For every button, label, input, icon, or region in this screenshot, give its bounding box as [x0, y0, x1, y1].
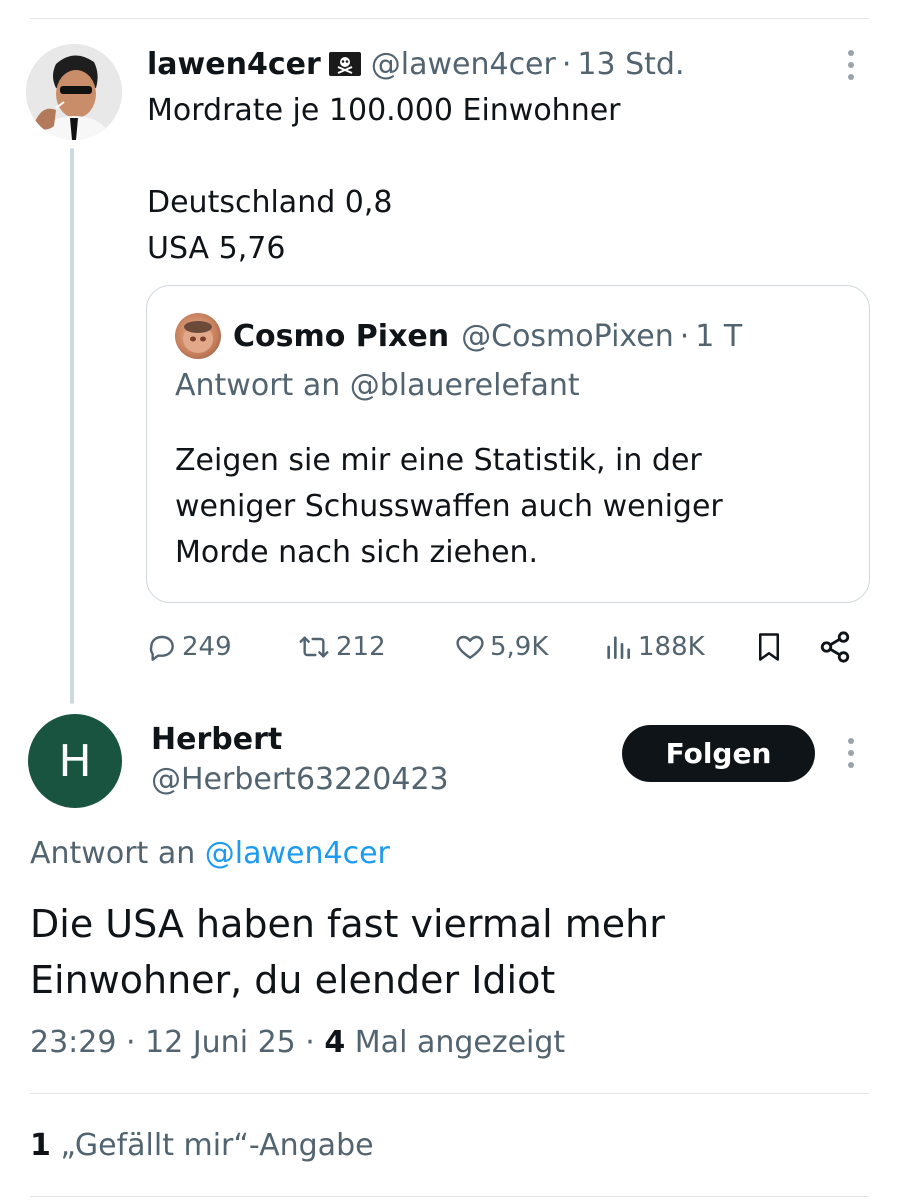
bookmark-button[interactable]	[754, 625, 788, 669]
more-icon[interactable]	[846, 738, 856, 772]
likes-label: „Gefällt mir“-Angabe	[50, 1128, 374, 1163]
author-name[interactable]: lawen4cer	[147, 47, 321, 82]
tweet-time[interactable]: 13 Std.	[577, 47, 684, 82]
tweet-header: lawen4cer @lawen4cer · 13 Std.	[147, 44, 685, 84]
reply-meta: 23:29 · 12 Juni 25 · 4 Mal angezeigt	[30, 1025, 565, 1060]
author-handle[interactable]: @lawen4cer	[371, 47, 556, 82]
quoted-tweet[interactable]: Cosmo Pixen @CosmoPixen · 1 T Antwort an…	[146, 285, 870, 603]
share-button[interactable]	[818, 625, 856, 669]
reply-text: Die USA haben fast viermal mehr Einwohne…	[30, 896, 665, 1008]
top-divider	[30, 18, 869, 19]
action-bar: 249 212 5,9K 188K	[146, 625, 866, 669]
separator: ·	[561, 46, 572, 82]
separator: ·	[305, 1025, 315, 1060]
bookmark-icon	[759, 633, 779, 661]
share-icon	[820, 631, 850, 663]
avatar-letter: H	[58, 735, 92, 787]
reply-views-label: Mal angezeigt	[345, 1025, 566, 1060]
reply-text-line: Einwohner, du elender Idiot	[30, 958, 556, 1002]
quote-text-line: Zeigen sie mir eine Statistik, in der	[175, 443, 702, 478]
like-button[interactable]: 5,9K	[454, 625, 548, 669]
divider	[30, 1093, 869, 1094]
views-button[interactable]: 188K	[602, 625, 705, 669]
thread-line	[70, 148, 74, 704]
quote-author-handle: @CosmoPixen	[461, 318, 674, 354]
reply-author-handle[interactable]: @Herbert63220423	[151, 762, 449, 797]
reply-to-prefix: Antwort an	[30, 836, 205, 871]
quote-text-line: Morde nach sich ziehen.	[175, 535, 539, 570]
avatar-herbert[interactable]: H	[28, 714, 122, 808]
reply-views-count: 4	[324, 1025, 346, 1060]
retweet-icon	[299, 636, 329, 658]
likes-summary[interactable]: 1 „Gefällt mir“-Angabe	[30, 1128, 374, 1163]
retweet-button[interactable]: 212	[296, 625, 386, 669]
divider	[30, 1196, 869, 1197]
tweet-text: Mordrate je 100.000 Einwohner Deutschlan…	[147, 88, 621, 272]
separator: ·	[126, 1025, 136, 1060]
retweet-count: 212	[336, 632, 386, 662]
quote-text: Zeigen sie mir eine Statistik, in der we…	[175, 438, 723, 576]
avatar-lawen4cer[interactable]	[26, 44, 122, 140]
quote-header: Cosmo Pixen @CosmoPixen · 1 T	[233, 316, 742, 356]
follow-button[interactable]: Folgen	[622, 725, 815, 782]
reply-count: 249	[182, 632, 232, 662]
avatar-cosmopixen	[175, 313, 221, 359]
tweet-text-line: Mordrate je 100.000 Einwohner	[147, 93, 621, 128]
reply-icon	[149, 635, 174, 661]
separator: ·	[679, 318, 690, 354]
views-count: 188K	[638, 632, 705, 662]
pirate-flag-icon	[328, 52, 361, 76]
quote-author-name: Cosmo Pixen	[233, 318, 450, 354]
reply-button[interactable]: 249	[146, 625, 232, 669]
quote-reply-to: Antwort an @blauerelefant	[175, 368, 580, 403]
reply-date[interactable]: 12 Juni 25	[145, 1025, 296, 1060]
tweet-text-line	[147, 134, 621, 180]
tweet-text-line: USA 5,76	[147, 231, 286, 266]
more-icon[interactable]	[846, 50, 856, 84]
reply-time[interactable]: 23:29	[30, 1025, 116, 1060]
quote-time: 1 T	[695, 318, 743, 354]
reply-text-line: Die USA haben fast viermal mehr	[30, 902, 665, 946]
like-icon	[456, 635, 484, 659]
views-icon	[607, 636, 630, 659]
reply-mention-link[interactable]: @lawen4cer	[205, 836, 390, 871]
tweet-text-line: Deutschland 0,8	[147, 185, 393, 220]
reply-to: Antwort an @lawen4cer	[30, 836, 390, 871]
quote-text-line: weniger Schusswaffen auch weniger	[175, 489, 723, 524]
reply-author-name[interactable]: Herbert	[151, 722, 282, 757]
likes-count: 1	[30, 1128, 51, 1163]
like-count: 5,9K	[490, 632, 549, 662]
